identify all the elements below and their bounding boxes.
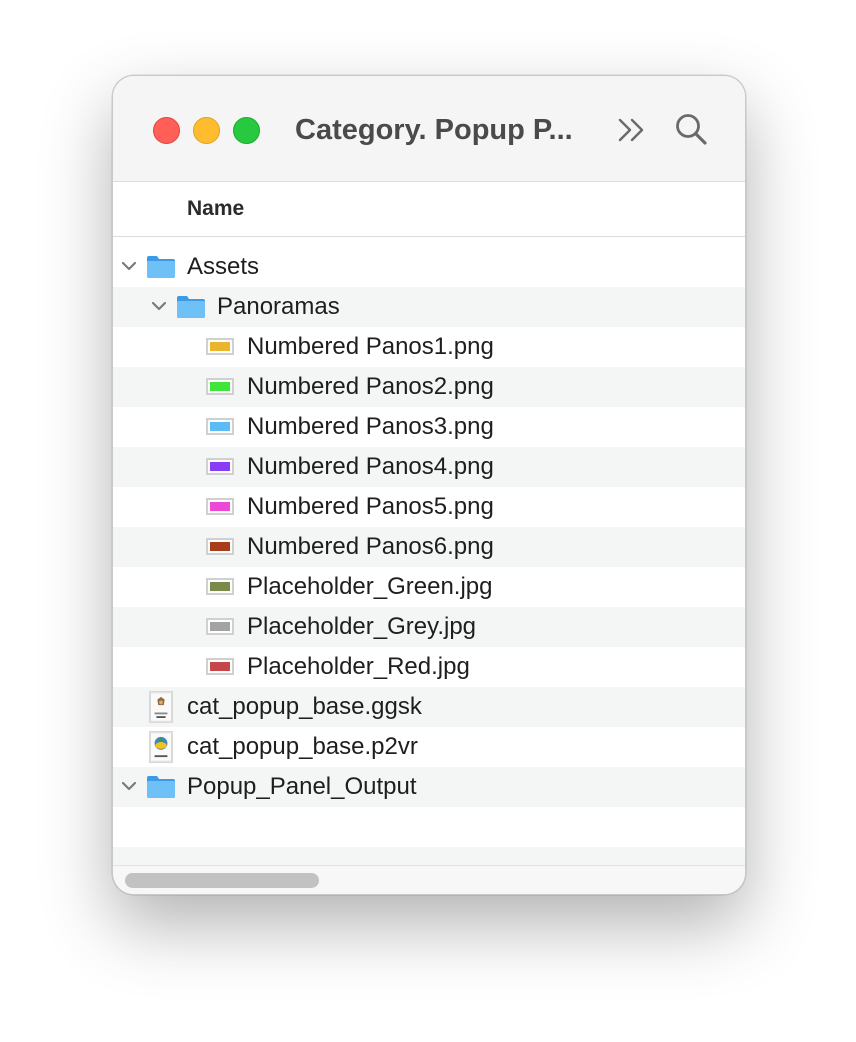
minimize-icon[interactable] — [193, 117, 220, 144]
finder-window: Category. Popup P... Name Assets Panoram… — [112, 75, 746, 895]
item-label: Placeholder_Grey.jpg — [247, 613, 477, 640]
empty-row — [113, 847, 745, 865]
horizontal-scrollbar[interactable] — [113, 865, 745, 894]
image-thumbnail-icon — [206, 578, 234, 595]
skin-document-icon — [149, 691, 173, 723]
close-icon[interactable] — [153, 117, 180, 144]
column-header-label: Name — [187, 197, 245, 220]
column-header-name[interactable]: Name — [113, 182, 745, 237]
list-item-popup-panel-output[interactable]: Popup_Panel_Output — [113, 767, 745, 807]
folder-icon — [147, 776, 175, 798]
chevron-down-icon[interactable] — [121, 260, 137, 272]
item-label: Placeholder_Green.jpg — [247, 573, 493, 600]
item-label: Numbered Panos2.png — [247, 373, 494, 400]
list-item-ggsk[interactable]: cat_popup_base.ggsk — [113, 687, 745, 727]
item-label: cat_popup_base.ggsk — [187, 693, 422, 720]
list-item-file[interactable]: Numbered Panos5.png — [113, 487, 745, 527]
title-bar: Category. Popup P... — [113, 76, 745, 182]
zoom-icon[interactable] — [233, 117, 260, 144]
image-thumbnail-icon — [206, 538, 234, 555]
file-list: Assets Panoramas Numbered Panos1.png Num… — [113, 247, 745, 865]
double-chevron-right-icon[interactable] — [615, 116, 649, 144]
image-thumbnail-icon — [206, 378, 234, 395]
chevron-down-icon[interactable] — [151, 300, 167, 312]
image-thumbnail-icon — [206, 338, 234, 355]
project-document-icon — [149, 731, 173, 763]
item-label: Assets — [187, 253, 260, 280]
item-label: Panoramas — [217, 293, 340, 320]
list-item-file[interactable]: Numbered Panos2.png — [113, 367, 745, 407]
list-item-panoramas[interactable]: Panoramas — [113, 287, 745, 327]
list-item-file[interactable]: Placeholder_Grey.jpg — [113, 607, 745, 647]
item-label: Numbered Panos1.png — [247, 333, 494, 360]
window-title: Category. Popup P... — [295, 114, 573, 146]
list-item-file[interactable]: Numbered Panos3.png — [113, 407, 745, 447]
image-thumbnail-icon — [206, 418, 234, 435]
list-item-file[interactable]: Numbered Panos6.png — [113, 527, 745, 567]
item-label: Numbered Panos5.png — [247, 493, 494, 520]
item-label: Placeholder_Red.jpg — [247, 653, 470, 680]
image-thumbnail-icon — [206, 458, 234, 475]
list-item-file[interactable]: Numbered Panos4.png — [113, 447, 745, 487]
list-item-file[interactable]: Placeholder_Green.jpg — [113, 567, 745, 607]
item-label: Numbered Panos6.png — [247, 533, 494, 560]
list-item-p2vr[interactable]: cat_popup_base.p2vr — [113, 727, 745, 767]
folder-icon — [177, 296, 205, 318]
list-item-file[interactable]: Placeholder_Red.jpg — [113, 647, 745, 687]
image-thumbnail-icon — [206, 658, 234, 675]
item-label: cat_popup_base.p2vr — [187, 733, 418, 760]
item-label: Numbered Panos3.png — [247, 413, 494, 440]
image-thumbnail-icon — [206, 618, 234, 635]
empty-row — [113, 807, 745, 847]
scrollbar-thumb[interactable] — [125, 873, 319, 888]
chevron-down-icon[interactable] — [121, 780, 137, 792]
list-item-assets[interactable]: Assets — [113, 247, 745, 287]
search-icon[interactable] — [674, 112, 708, 146]
folder-icon — [147, 256, 175, 278]
item-label: Popup_Panel_Output — [187, 773, 417, 800]
item-label: Numbered Panos4.png — [247, 453, 494, 480]
image-thumbnail-icon — [206, 498, 234, 515]
list-item-file[interactable]: Numbered Panos1.png — [113, 327, 745, 367]
